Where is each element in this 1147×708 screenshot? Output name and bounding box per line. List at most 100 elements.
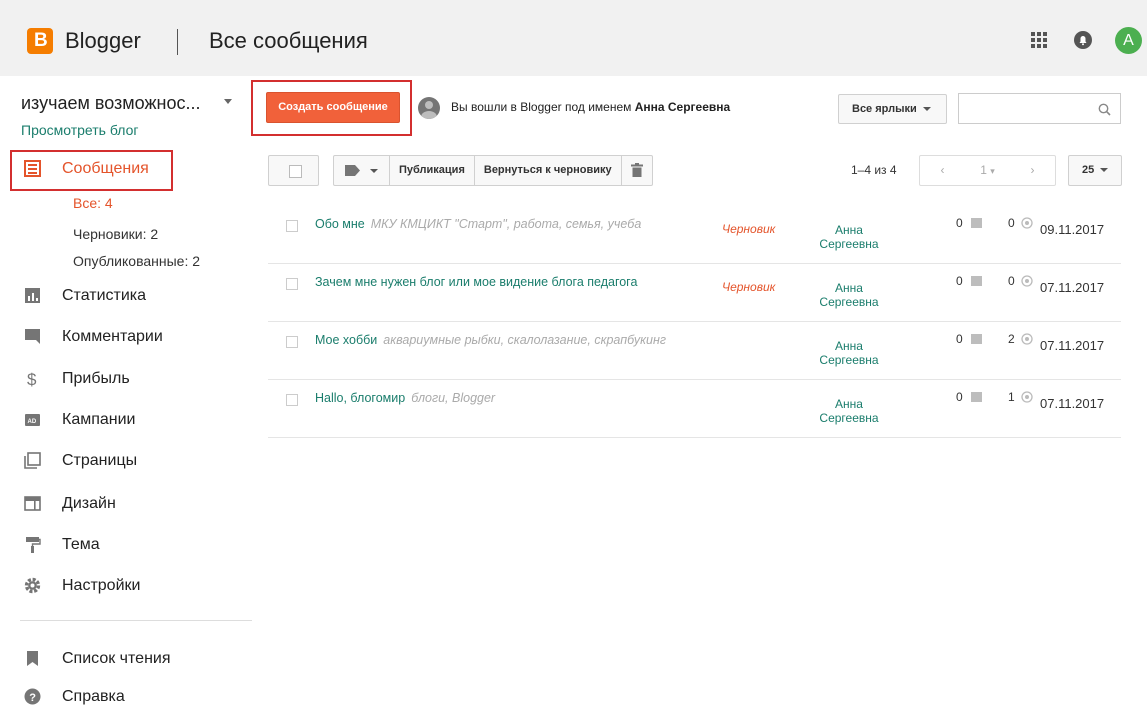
page-selector[interactable]: 1 ▾ [965, 156, 1010, 185]
comment-icon [971, 276, 982, 286]
comment-count: 0 [956, 216, 963, 230]
previous-page-icon[interactable]: ‹ [920, 156, 965, 185]
select-all-checkbox[interactable] [268, 155, 319, 186]
view-count: 2 [1008, 332, 1015, 346]
sidebar-item-theme[interactable]: Тема [0, 530, 250, 560]
blog-selector[interactable]: изучаем возможнос... [21, 92, 200, 114]
svg-text:?: ? [29, 692, 36, 704]
post-labels: блоги, Blogger [411, 391, 496, 405]
sidebar-item-label: Комментарии [62, 328, 163, 345]
comment-count: 0 [956, 332, 963, 346]
header-divider [177, 29, 178, 55]
bookmark-icon [27, 651, 38, 666]
post-author[interactable]: Анна Сергеевна [809, 397, 889, 425]
post-row[interactable]: Hallo, блогомир блоги, Blogger Анна Серге… [268, 380, 1121, 438]
gear-icon [24, 577, 41, 594]
filter-all[interactable]: Все: 4 [73, 194, 113, 212]
sidebar-item-label: Список чтения [62, 650, 171, 667]
highlight-frame [10, 150, 173, 191]
layout-icon [24, 496, 41, 511]
post-title[interactable]: Мое хобби [315, 333, 377, 347]
view-count: 0 [1008, 274, 1015, 288]
post-author[interactable]: Анна Сергеевна [809, 281, 889, 309]
comment-count: 0 [956, 274, 963, 288]
comment-count: 0 [956, 390, 963, 404]
search-icon[interactable] [1098, 103, 1111, 116]
sidebar-item-label: Тема [62, 536, 100, 553]
sidebar-item-label: Статистика [62, 287, 147, 304]
post-checkbox[interactable] [286, 394, 298, 406]
view-count: 0 [1008, 216, 1015, 230]
comment-icon [971, 218, 982, 228]
post-title[interactable]: Обо мне [315, 217, 365, 231]
post-title-line: Hallo, блогомир блоги, Blogger [315, 390, 495, 406]
help-icon: ? [24, 688, 41, 705]
post-author[interactable]: Анна Сергеевна [809, 223, 889, 251]
eye-icon [1021, 333, 1033, 345]
sidebar-item-settings[interactable]: Настройки [0, 571, 250, 601]
trash-icon [630, 163, 643, 177]
account-avatar[interactable]: A [1115, 27, 1142, 54]
bulk-actions-group: Публикация Вернуться к черновику [333, 155, 653, 186]
eye-icon [1021, 275, 1033, 287]
filter-drafts[interactable]: Черновики: 2 [73, 225, 158, 243]
publish-button[interactable]: Публикация [390, 156, 475, 185]
signed-in-message: Вы вошли в Blogger под именем Анна Серге… [451, 100, 730, 115]
post-checkbox[interactable] [286, 220, 298, 232]
apply-label-button[interactable] [334, 156, 390, 185]
post-date: 07.11.2017 [1040, 280, 1105, 295]
sidebar-item-comments[interactable]: Комментарии [0, 322, 250, 352]
sidebar-item-campaigns[interactable]: AD Кампании [0, 405, 250, 435]
ad-icon: AD [25, 414, 40, 426]
page-number: 1 [980, 163, 987, 177]
labels-dropdown[interactable]: Все ярлыки [838, 94, 947, 124]
sidebar-item-reading-list[interactable]: Список чтения [0, 644, 250, 674]
post-labels: аквариумные рыбки, скалолазание, скрапбу… [383, 333, 667, 347]
sidebar-item-label: Страницы [62, 452, 138, 469]
notifications-bell-icon[interactable] [1073, 30, 1093, 50]
sidebar-item-help[interactable]: ? Справка [0, 682, 250, 708]
sidebar-item-stats[interactable]: Статистика [0, 281, 250, 311]
chevron-down-icon[interactable] [224, 99, 232, 104]
stats-icon [25, 288, 40, 303]
pages-icon [24, 452, 41, 469]
sidebar-item-layout[interactable]: Дизайн [0, 489, 250, 519]
post-title-line: Зачем мне нужен блог или мое видение бло… [315, 274, 643, 290]
revert-to-draft-button[interactable]: Вернуться к черновику [475, 156, 622, 185]
sidebar-item-label: Дизайн [62, 495, 116, 512]
post-row[interactable]: Мое хобби аквариумные рыбки, скалолазание… [268, 322, 1121, 380]
svg-text:AD: AD [28, 419, 37, 425]
view-blog-link[interactable]: Просмотреть блог [21, 121, 138, 139]
sidebar-item-earnings[interactable]: $ Прибыль [0, 364, 250, 394]
blogger-logo-icon[interactable]: B [27, 28, 53, 54]
filter-published[interactable]: Опубликованные: 2 [73, 252, 200, 270]
svg-text:$: $ [27, 370, 37, 387]
post-row[interactable]: Обо мне МКУ КМЦИКТ "Старт", работа, семья… [268, 206, 1121, 264]
post-title[interactable]: Зачем мне нужен блог или мое видение бло… [315, 275, 637, 289]
tag-icon [345, 165, 360, 176]
post-row[interactable]: Зачем мне нужен блог или мое видение бло… [268, 264, 1121, 322]
search-input[interactable] [958, 93, 1121, 124]
post-date: 09.11.2017 [1040, 222, 1105, 237]
sidebar-item-label: Прибыль [62, 370, 130, 387]
delete-button[interactable] [622, 156, 652, 185]
sidebar-item-label: Настройки [62, 577, 141, 594]
post-checkbox[interactable] [286, 278, 298, 290]
post-author[interactable]: Анна Сергеевна [809, 339, 889, 367]
top-bar: B Blogger Все сообщения A [0, 0, 1147, 76]
post-title[interactable]: Hallo, блогомир [315, 391, 405, 405]
comments-icon [25, 329, 40, 344]
brand-name[interactable]: Blogger [65, 28, 141, 54]
dollar-icon: $ [27, 370, 37, 387]
sidebar-item-label: Справка [62, 688, 125, 705]
sidebar-item-pages[interactable]: Страницы [0, 446, 250, 476]
apps-grid-icon[interactable] [1031, 32, 1047, 48]
post-checkbox[interactable] [286, 336, 298, 348]
next-page-icon[interactable]: › [1010, 156, 1055, 185]
eye-icon [1021, 217, 1033, 229]
per-page-value: 25 [1082, 164, 1095, 176]
per-page-dropdown[interactable]: 25 [1068, 155, 1122, 186]
post-date: 07.11.2017 [1040, 338, 1105, 353]
view-count: 1 [1008, 390, 1015, 404]
post-status: Черновик [722, 222, 776, 236]
